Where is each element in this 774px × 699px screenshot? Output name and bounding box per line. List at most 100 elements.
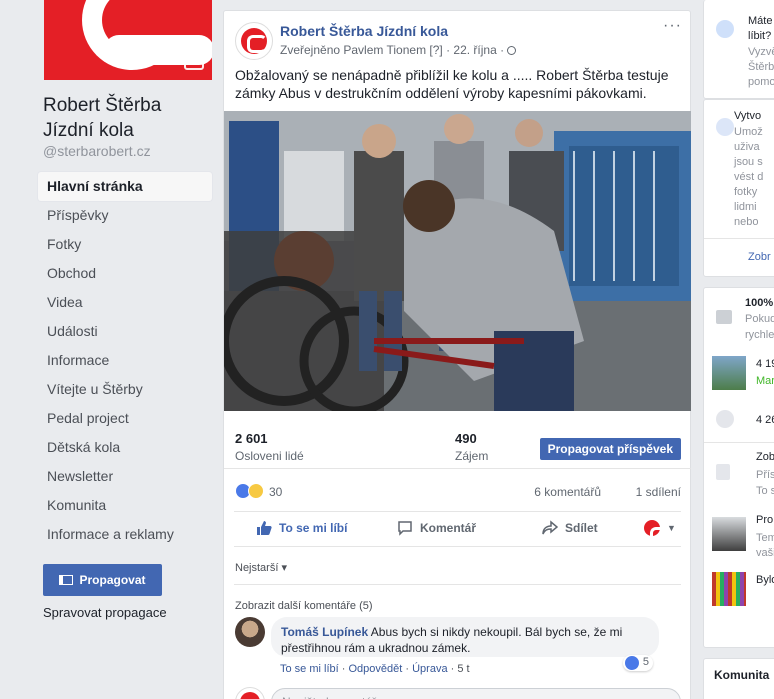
comment-count[interactable]: 6 komentářů [534, 485, 601, 499]
nav-item-about[interactable]: Informace [38, 346, 212, 375]
comment-input[interactable]: Napište komentář... [271, 688, 681, 699]
reach-value: 2 601 [235, 431, 268, 446]
composer-avatar [235, 687, 265, 699]
post-card: Robert Štěrba Jízdní kola Zveřejněno Pav… [223, 10, 691, 699]
suggestion-title-2: líbit? [748, 30, 772, 42]
boost-post-button[interactable]: Propagovat příspěvek [539, 438, 681, 460]
comment-reply-link[interactable]: Odpovědět [348, 663, 402, 675]
page-navigation: Hlavní stránka Příspěvky Fotky Obchod Vi… [38, 172, 212, 549]
like-reaction-icon [624, 656, 639, 670]
create-text-3: jsou s [734, 156, 763, 168]
item-4-text-2: vaši [756, 547, 774, 559]
share-button[interactable]: Sdílet [542, 520, 598, 536]
lightbulb-icon [716, 20, 734, 38]
nav-item-shop[interactable]: Obchod [38, 259, 212, 288]
nav-item-welcome[interactable]: Vítejte u Štěrby [38, 375, 212, 404]
share-count[interactable]: 1 sdílení [636, 485, 681, 499]
post-meta-text: Zveřejněno Pavlem Tionem [?] · 22. října… [280, 43, 508, 57]
suggestion-text-2: Štěrb [748, 61, 774, 73]
divider [704, 238, 774, 239]
thumbnail-image[interactable] [712, 572, 746, 606]
create-card: Vytvo Umož uživa jsou s vést d fotky lid… [703, 99, 774, 277]
item-3-text-2: To s [756, 485, 774, 497]
insights-card: 100% Pokud rychle 4 19 Mar 4 26 Zob Přís… [703, 287, 774, 648]
nav-item-home[interactable]: Hlavní stránka [38, 172, 212, 201]
suggestion-title: Máte [748, 15, 773, 27]
comment-button-label: Komentář [420, 521, 477, 535]
commenter-avatar[interactable] [235, 617, 265, 647]
comment-composer: Napište komentář... [235, 687, 682, 699]
suggestion-card: Máte líbit? Vyzvě Štěrb pomo [703, 0, 774, 99]
response-rate: 100% [745, 297, 774, 309]
comment-actions: To se mi líbí · Odpovědět · Úprava · 5 t [280, 663, 470, 675]
thumbnail-image[interactable] [712, 517, 746, 551]
nav-item-newsletter[interactable]: Newsletter [38, 462, 212, 491]
post-photo[interactable] [224, 111, 691, 411]
create-title: Vytvo [734, 110, 762, 122]
document-icon [716, 464, 730, 480]
comment-sort-dropdown[interactable]: Nejstarší ▾ [235, 561, 287, 574]
globe-icon [507, 46, 517, 55]
post-meta: Zveřejněno Pavlem Tionem [?] · 22. října… [280, 43, 517, 57]
share-button-label: Sdílet [565, 521, 598, 535]
suggestion-text-3: pomo [748, 76, 774, 88]
comment-button[interactable]: Komentář [397, 520, 476, 536]
page-title[interactable]: Robert Štěrba Jízdní kola [43, 93, 213, 143]
nav-item-pedal-project[interactable]: Pedal project [38, 404, 212, 433]
like-button-label: To se mi líbí [279, 521, 348, 535]
post-options-button[interactable]: ··· [663, 17, 682, 35]
page-username[interactable]: @sterbarobert.cz [43, 143, 151, 159]
manage-promotions-link[interactable]: Spravovat propagace [43, 605, 167, 620]
create-text-5: fotky [734, 186, 758, 198]
commenter-name[interactable]: Tomáš Lupínek [281, 625, 368, 639]
brand-logo-icon [240, 692, 260, 699]
post-photo-illustration [224, 111, 691, 411]
post-actions: To se mi líbí Komentář Sdílet ▼ [234, 511, 681, 547]
create-text-7: nebo [734, 216, 759, 228]
create-text-6: lidmi [734, 201, 757, 213]
comment-icon [398, 521, 412, 536]
engagement-label: Zájem [455, 449, 489, 463]
promote-button-label: Propagovat [79, 573, 146, 587]
profile-picture[interactable] [44, 0, 212, 80]
item-3-text-1: Přís [756, 469, 774, 481]
post-as-selector[interactable]: ▼ [644, 520, 676, 545]
comment-edit-link[interactable]: Úprava [412, 663, 447, 675]
response-text-2: rychle [745, 329, 774, 341]
nav-item-videos[interactable]: Videa [38, 288, 212, 317]
comment-like-link[interactable]: To se mi líbí [280, 663, 339, 675]
nav-item-kids-bikes[interactable]: Dětská kola [38, 433, 212, 462]
like-button[interactable]: To se mi líbí [256, 520, 347, 536]
group-icon [716, 118, 734, 136]
create-text-2: uživa [734, 141, 760, 153]
people-icon [716, 410, 734, 428]
left-column: Robert Štěrba Jízdní kola @sterbarobert.… [0, 0, 222, 699]
item-5-title: Bylo [756, 574, 774, 586]
haha-reaction-icon[interactable] [248, 483, 264, 499]
suggestion-text-1: Vyzvě [748, 46, 774, 58]
nav-item-info-ads[interactable]: Informace a reklamy [38, 520, 212, 549]
nav-item-community[interactable]: Komunita [38, 491, 212, 520]
comment-like-count-value: 5 [642, 656, 649, 668]
reaction-count[interactable]: 30 [269, 485, 282, 499]
comment-like-count[interactable]: 5 [622, 655, 653, 671]
comment-bubble: Tomáš Lupínek Abus bych si nikdy nekoupi… [271, 617, 659, 657]
create-text-1: Umož [734, 126, 763, 138]
post-author-name[interactable]: Robert Štěrba Jízdní kola [280, 23, 448, 39]
post-text: Obžalovaný se nenápadně přiblížil ke kol… [235, 67, 669, 101]
post-author-avatar[interactable] [235, 22, 273, 60]
reach-label: Osloveni lidé [235, 449, 304, 463]
stat-2-value: 4 26 [756, 414, 774, 426]
camera-icon[interactable] [184, 56, 204, 70]
nav-item-posts[interactable]: Příspěvky [38, 201, 212, 230]
promote-button[interactable]: Propagovat [43, 564, 162, 596]
stat-1-label: Mar [756, 375, 774, 387]
engagement-value: 490 [455, 431, 477, 446]
item-3-title: Zob [756, 451, 774, 463]
view-more-comments-link[interactable]: Zobrazit další komentáře (5) [235, 600, 373, 612]
create-link[interactable]: Zobr [748, 250, 771, 265]
thumbnail-image[interactable] [712, 356, 746, 390]
nav-item-photos[interactable]: Fotky [38, 230, 212, 259]
nav-item-events[interactable]: Události [38, 317, 212, 346]
reactions-bar: 30 6 komentářů 1 sdílení [224, 477, 691, 507]
